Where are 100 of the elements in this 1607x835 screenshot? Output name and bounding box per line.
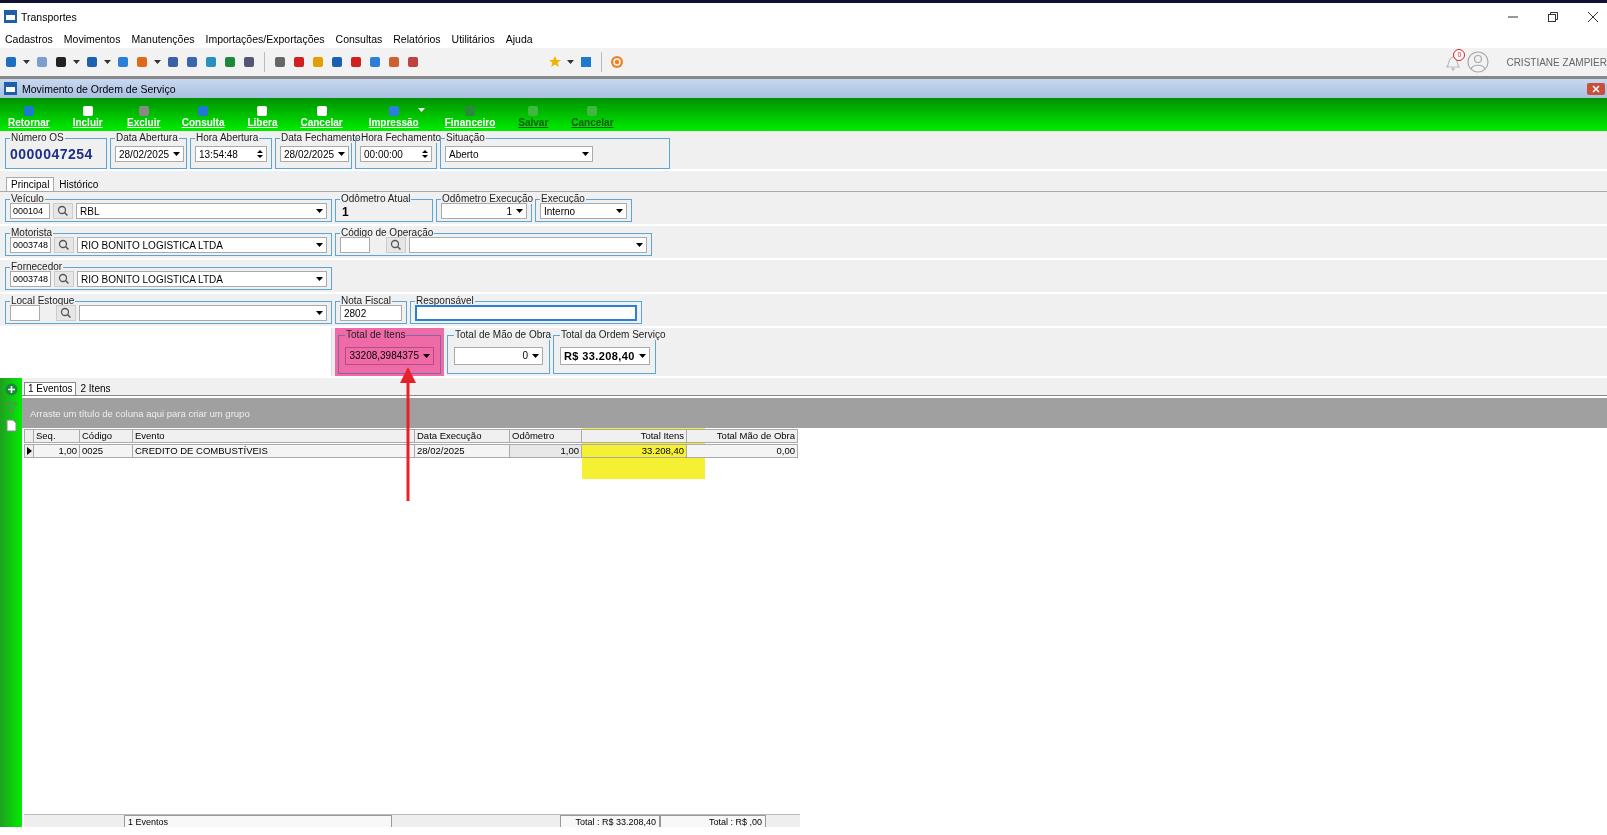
table-cell: 33.208,40 [582,444,687,458]
field-label: Nota Fiscal [340,296,392,306]
column-header[interactable]: Total Itens [582,429,687,443]
caret-icon[interactable] [636,243,643,247]
field-label: Fornecedor [10,262,64,272]
caret-icon[interactable] [23,60,30,64]
caret-icon[interactable] [616,209,623,213]
dropdown-field[interactable] [409,237,647,253]
column-header[interactable]: Total Mão de Obra [687,429,798,443]
caret-icon[interactable] [532,353,539,358]
toolbar-icon[interactable] [54,55,68,69]
restore-icon[interactable] [1547,10,1559,23]
field-label: Total de Mão de Obra [454,330,553,340]
window-title: Transportes [21,10,77,23]
search-button[interactable] [53,203,73,219]
column-header[interactable]: Data Execução [415,429,510,443]
caret-icon[interactable] [316,311,323,315]
time-field[interactable]: 13:54:48 [195,146,267,162]
caret-icon[interactable] [73,60,80,64]
toolbar-icon[interactable] [242,55,256,69]
search-button[interactable] [54,237,75,253]
field-label: Odômetro Execução [441,194,535,204]
footer-summary: Total : R$ ,00 [660,815,766,827]
menu-item[interactable]: Cadastros [5,33,53,45]
field-label: Data Abertura [115,133,179,143]
caret-icon[interactable] [104,60,111,64]
dropdown-field[interactable]: RBL [76,203,327,219]
table-cell: CREDITO DE COMBUSTÍVEIS [133,444,415,458]
column-header[interactable]: Evento [133,429,415,443]
caret-icon[interactable] [154,60,161,64]
dropdown-field[interactable]: RIO BONITO LOGISTICA LTDA [77,271,327,287]
field-label: Veículo [10,194,45,204]
code-field[interactable]: 0003748 [10,271,52,287]
dropdown-field[interactable]: 33208,3984375 [345,346,434,365]
spinner-icon[interactable] [257,149,263,159]
search-button[interactable] [386,237,406,253]
add-icon[interactable] [4,383,18,396]
dropdown-field[interactable]: Aberto [445,146,593,162]
caret-icon[interactable] [582,152,589,156]
menu-item[interactable]: Consultas [335,33,383,45]
dropdown-field[interactable]: RIO BONITO LOGISTICA LTDA [77,237,327,253]
tab[interactable]: 1 Eventos [24,382,77,395]
tile-icon [137,106,150,117]
time-field[interactable]: 00:00:00 [360,146,432,162]
caret-icon[interactable] [316,209,323,213]
group-panel-hint: Arraste um título de coluna aqui para criar um grupo [30,407,250,419]
text-field[interactable]: 2802 [340,305,402,321]
code-field[interactable] [340,237,370,253]
tile-icon [256,106,269,117]
column-header[interactable]: Código [80,429,133,443]
column-header[interactable]: Seq. [34,429,80,443]
menu-item[interactable]: Utilitários [451,33,495,45]
code-field[interactable]: 0003748 [10,237,52,253]
menu-item[interactable]: Ajuda [505,33,533,45]
dropdown-field[interactable] [79,305,327,321]
caret-icon[interactable] [173,152,181,156]
code-field[interactable]: 000104 [10,203,50,219]
tile-icon [315,106,328,117]
tab[interactable]: 2 Itens [76,382,115,395]
field-label: Local Estoque [10,296,76,306]
caret-icon[interactable] [338,152,346,156]
dropdown-field[interactable]: Interno [540,203,627,219]
field-label: Responsável [415,296,475,306]
tile-icon [527,106,540,117]
dropdown-field[interactable]: 1 [441,203,527,219]
footer-summary: Total : R$ 33.208,40 [560,815,660,827]
tile-icon [586,106,599,117]
table-cell: 1,00 [510,444,582,458]
dropdown-field[interactable]: 28/02/2025 [280,146,350,162]
tab[interactable]: Principal [6,177,55,191]
search-button[interactable] [56,305,76,321]
field-label: Data Fechamento [280,133,361,143]
caret-icon[interactable] [516,209,523,213]
menu-item[interactable]: Importações/Exportações [205,33,325,45]
field-label: Hora Abertura [195,133,260,143]
spinner-icon[interactable] [422,149,428,159]
column-header[interactable]: Odômetro [510,429,582,443]
dropdown-field[interactable]: R$ 33.208,40 [560,346,650,365]
caret-icon[interactable] [567,60,574,64]
dropdown-field[interactable]: 0 [454,346,543,365]
caret-icon[interactable] [638,353,646,358]
document-icon[interactable] [5,419,17,432]
search-button[interactable] [54,271,75,287]
close-icon[interactable] [1587,10,1599,23]
star-icon[interactable] [548,55,562,69]
code-field[interactable] [10,305,40,321]
tab[interactable]: Histórico [54,177,104,191]
caret-icon[interactable] [423,353,430,358]
field-label: Situação [445,133,486,143]
menu-item[interactable]: Manutenções [131,33,195,45]
menu-item[interactable]: Movimentos [63,33,121,45]
table-cell: 0,00 [687,444,798,458]
dropdown-field[interactable]: 28/02/2025 [115,146,185,162]
caret-icon[interactable] [316,277,323,281]
text-field[interactable] [415,305,637,321]
table-cell: 1,00 [34,444,80,458]
field-label: Execução [540,194,586,204]
menu-item[interactable]: Relatórios [393,33,441,45]
caret-icon[interactable] [316,243,323,247]
power-icon[interactable] [610,55,624,69]
